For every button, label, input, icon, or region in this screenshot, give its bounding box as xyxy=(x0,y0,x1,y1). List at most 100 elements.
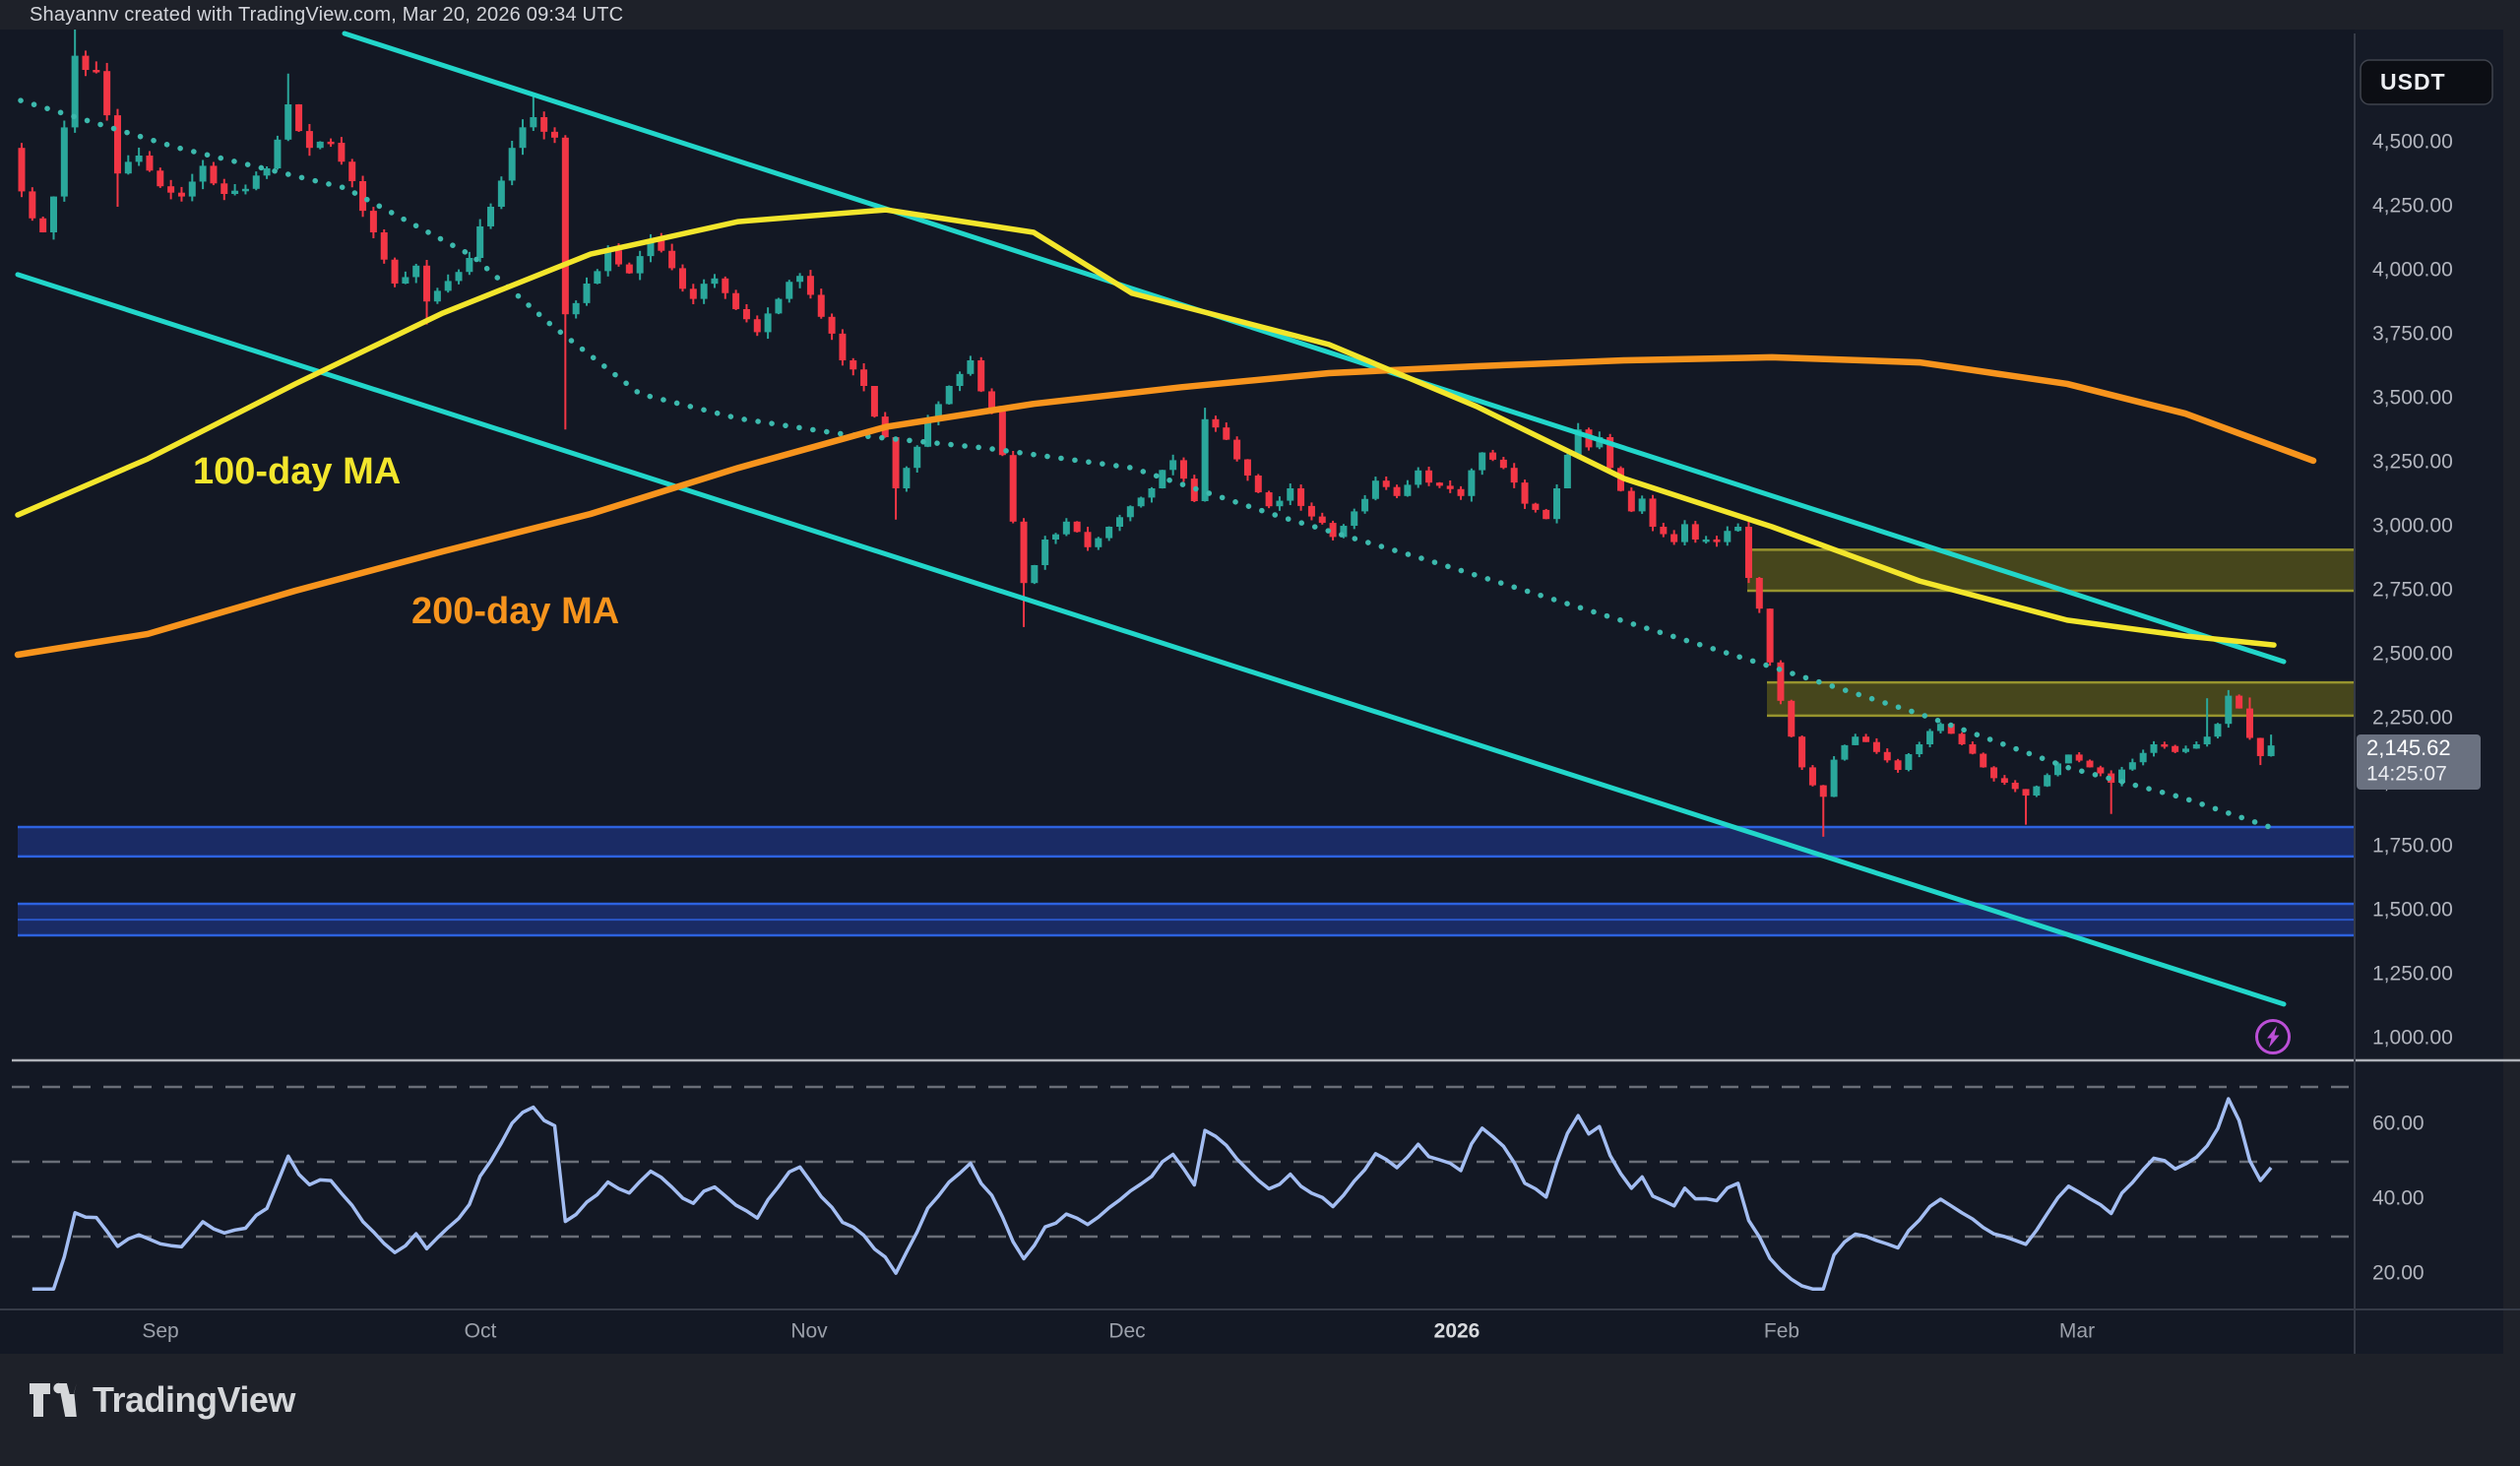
candle-body[interactable] xyxy=(2097,767,2104,773)
candle-body[interactable] xyxy=(1895,760,1902,770)
candle-body[interactable] xyxy=(381,232,388,260)
candle-body[interactable] xyxy=(274,140,281,168)
candle-body[interactable] xyxy=(957,374,964,386)
candle-body[interactable] xyxy=(1511,468,1518,482)
candle-body[interactable] xyxy=(679,268,686,288)
candle-body[interactable] xyxy=(125,161,132,173)
candle-body[interactable] xyxy=(520,127,527,148)
candle-body[interactable] xyxy=(284,104,291,140)
candle-body[interactable] xyxy=(1436,482,1443,485)
candle-body[interactable] xyxy=(1489,453,1496,460)
candle-body[interactable] xyxy=(39,219,46,232)
candle-body[interactable] xyxy=(1532,504,1539,510)
candle-body[interactable] xyxy=(775,299,782,314)
candle-body[interactable] xyxy=(871,386,878,416)
candle-body[interactable] xyxy=(50,197,57,232)
candle-body[interactable] xyxy=(1926,731,1933,744)
chart-canvas[interactable]: 100-day MA200-day MA4,500.004,250.004,00… xyxy=(0,30,2520,1354)
candle-body[interactable] xyxy=(370,211,377,232)
candle-body[interactable] xyxy=(1361,499,1368,512)
candle-body[interactable] xyxy=(2129,762,2136,769)
candle-body[interactable] xyxy=(1553,488,1560,519)
candle-body[interactable] xyxy=(1969,744,1976,754)
candle-body[interactable] xyxy=(1905,754,1912,770)
candle-body[interactable] xyxy=(2140,753,2147,762)
candle-body[interactable] xyxy=(2236,696,2242,709)
candle-body[interactable] xyxy=(722,279,728,293)
candle-body[interactable] xyxy=(264,168,271,175)
candle-body[interactable] xyxy=(220,183,227,194)
candle-body[interactable] xyxy=(562,138,569,314)
candle-body[interactable] xyxy=(1266,492,1273,506)
candle-body[interactable] xyxy=(1852,736,1858,745)
candle-body[interactable] xyxy=(1639,498,1646,511)
candle-body[interactable] xyxy=(583,284,590,303)
candle-body[interactable] xyxy=(540,117,547,132)
candle-body[interactable] xyxy=(765,313,772,332)
candle-body[interactable] xyxy=(1383,480,1390,486)
candle-body[interactable] xyxy=(1990,767,1997,778)
candle-body[interactable] xyxy=(1862,736,1869,742)
candle-body[interactable] xyxy=(2225,696,2232,725)
currency-button[interactable]: USDT xyxy=(2361,60,2492,104)
candle-body[interactable] xyxy=(1756,578,1763,608)
candle-body[interactable] xyxy=(1873,742,1880,752)
candle-body[interactable] xyxy=(1468,471,1475,496)
candle-body[interactable] xyxy=(114,115,121,173)
candle-body[interactable] xyxy=(1980,754,1986,768)
candle-body[interactable] xyxy=(1745,527,1752,578)
candle-body[interactable] xyxy=(1415,471,1421,485)
candle-body[interactable] xyxy=(1831,760,1838,797)
candle-body[interactable] xyxy=(1202,419,1209,501)
candle-body[interactable] xyxy=(19,148,26,191)
candle-body[interactable] xyxy=(530,117,536,127)
candle-body[interactable] xyxy=(2257,738,2264,756)
candle-body[interactable] xyxy=(860,369,867,386)
candle-body[interactable] xyxy=(2193,744,2200,748)
candle-body[interactable] xyxy=(146,156,153,170)
candle-body[interactable] xyxy=(626,265,633,274)
candle-body[interactable] xyxy=(796,276,803,282)
candle-body[interactable] xyxy=(1841,745,1848,760)
candle-body[interactable] xyxy=(2001,778,2008,783)
candle-body[interactable] xyxy=(2044,775,2050,786)
candle-body[interactable] xyxy=(1884,752,1891,760)
candle-body[interactable] xyxy=(829,317,836,334)
candle-body[interactable] xyxy=(1223,427,1229,439)
candle-body[interactable] xyxy=(903,468,910,488)
candle-body[interactable] xyxy=(445,281,452,290)
candle-body[interactable] xyxy=(253,175,260,188)
candle-body[interactable] xyxy=(573,303,580,314)
candle-body[interactable] xyxy=(338,143,345,161)
candle-body[interactable] xyxy=(1276,501,1283,507)
candle-body[interactable] xyxy=(732,293,739,309)
candle-body[interactable] xyxy=(317,142,324,148)
candle-body[interactable] xyxy=(1404,484,1411,495)
candle-body[interactable] xyxy=(295,104,302,131)
tradingview-logo[interactable]: TradingView xyxy=(30,1379,295,1421)
candle-body[interactable] xyxy=(594,271,600,284)
candle-body[interactable] xyxy=(136,156,143,161)
candle-body[interactable] xyxy=(1116,517,1123,527)
candle-body[interactable] xyxy=(466,258,472,272)
candle-body[interactable] xyxy=(850,360,856,369)
candle-body[interactable] xyxy=(1319,517,1326,523)
candle-body[interactable] xyxy=(1212,419,1219,427)
candle-body[interactable] xyxy=(1010,455,1017,522)
candle-body[interactable] xyxy=(509,148,516,180)
candle-body[interactable] xyxy=(2087,761,2094,768)
candle-body[interactable] xyxy=(434,290,441,301)
resistance-zone-lower[interactable] xyxy=(1767,682,2355,716)
candle-body[interactable] xyxy=(328,142,335,145)
candle-body[interactable] xyxy=(1703,540,1710,542)
candle-body[interactable] xyxy=(412,266,419,278)
candle-body[interactable] xyxy=(701,284,708,298)
candle-body[interactable] xyxy=(1233,440,1240,460)
candle-body[interactable] xyxy=(2076,754,2083,760)
candle-body[interactable] xyxy=(392,260,399,284)
candle-body[interactable] xyxy=(1724,531,1731,542)
candle-body[interactable] xyxy=(1127,506,1134,517)
candle-body[interactable] xyxy=(1063,522,1070,535)
candle-body[interactable] xyxy=(1767,608,1774,663)
candle-body[interactable] xyxy=(178,193,185,197)
